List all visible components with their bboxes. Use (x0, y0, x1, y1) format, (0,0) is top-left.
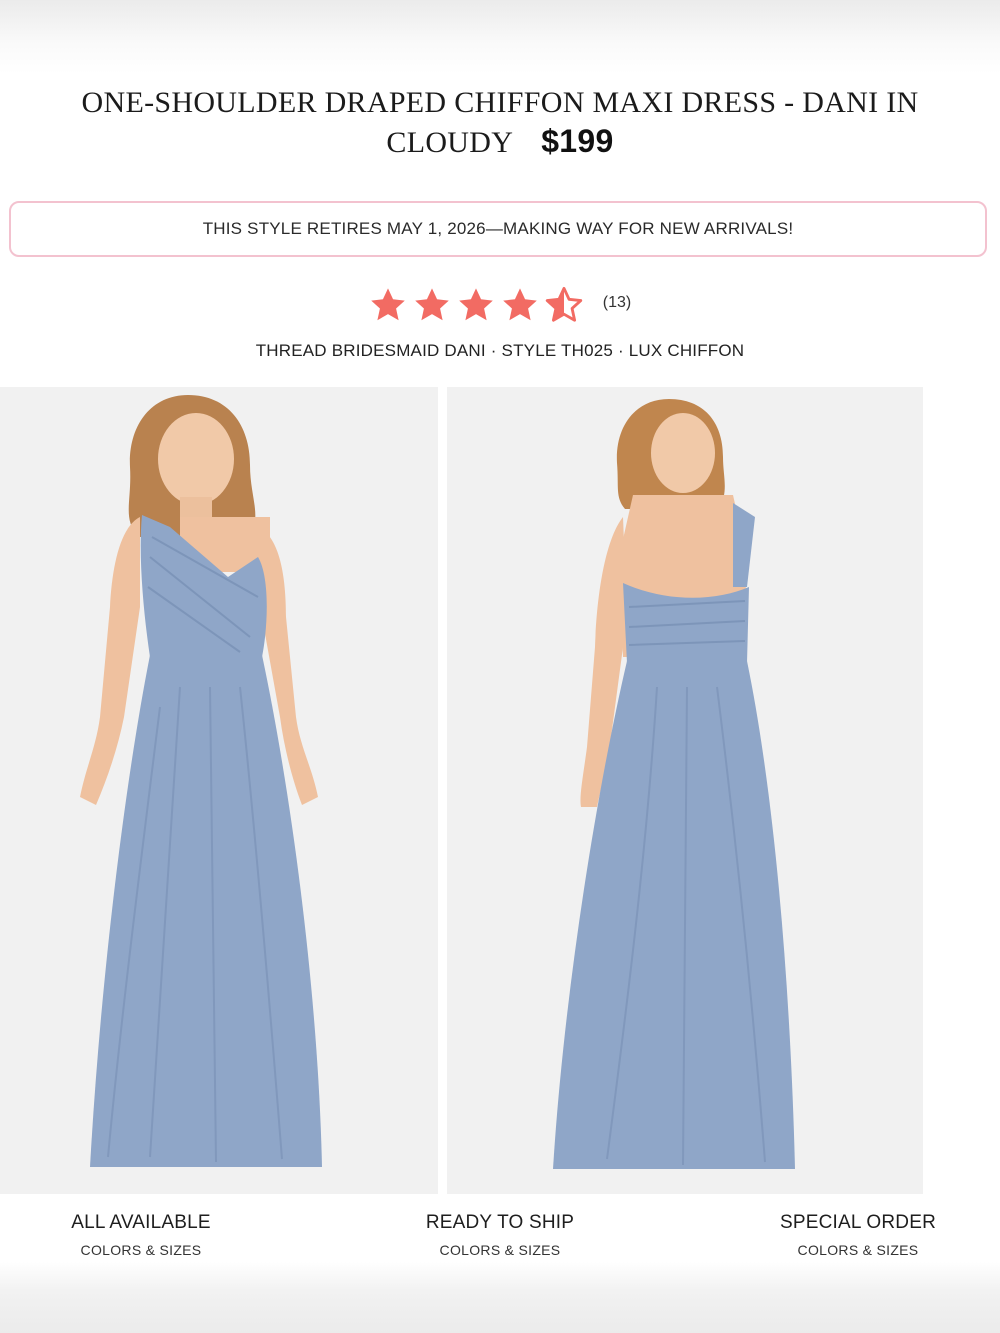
option-special-order[interactable]: SPECIAL ORDER COLORS & SIZES (757, 1212, 959, 1258)
rating[interactable]: (13) (0, 286, 1000, 324)
review-count[interactable]: (13) (603, 294, 631, 312)
product-price: $199 (541, 123, 614, 159)
product-title: ONE-SHOULDER DRAPED CHIFFON MAXI DRESS -… (81, 86, 919, 159)
option-label: SPECIAL ORDER (779, 1212, 937, 1233)
option-sub: COLORS & SIZES (797, 1242, 919, 1258)
option-ready-to-ship[interactable]: READY TO SHIP COLORS & SIZES (399, 1212, 601, 1258)
option-label: READY TO SHIP (425, 1212, 575, 1233)
product-image-back[interactable] (447, 387, 923, 1194)
star-icon (502, 288, 537, 321)
option-sub: COLORS & SIZES (439, 1242, 561, 1258)
star-icon (370, 288, 405, 321)
half-star-icon (545, 286, 582, 322)
option-label: ALL AVAILABLE (71, 1212, 211, 1233)
product-image-front[interactable] (0, 387, 438, 1194)
retirement-notice: THIS STYLE RETIRES MAY 1, 2026—MAKING WA… (9, 201, 987, 257)
star-icon (458, 288, 493, 321)
bottom-fade (0, 1262, 1000, 1333)
product-title-block: ONE-SHOULDER DRAPED CHIFFON MAXI DRESS -… (20, 84, 980, 162)
option-all-available[interactable]: ALL AVAILABLE COLORS & SIZES (40, 1212, 242, 1258)
star-icon (414, 288, 449, 321)
top-fade (0, 0, 1000, 74)
notice-text: THIS STYLE RETIRES MAY 1, 2026—MAKING WA… (202, 219, 794, 238)
product-meta: THREAD BRIDESMAID DANI · STYLE TH025 · L… (255, 341, 745, 360)
option-sub: COLORS & SIZES (80, 1242, 202, 1258)
